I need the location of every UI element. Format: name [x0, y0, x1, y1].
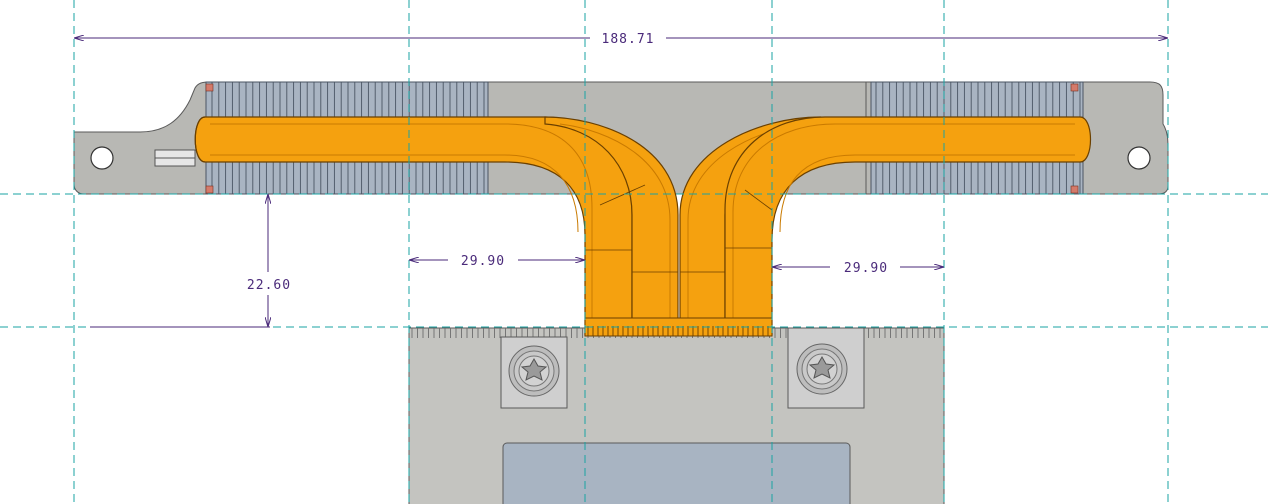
dimension-label-offset-right: 29.90	[844, 261, 888, 276]
heat-pipe-left-outer	[194, 116, 633, 336]
dimension-vertical-gap[interactable]: 22.60	[90, 194, 291, 328]
screw-pad-right	[787, 327, 865, 409]
screw-pad-left	[500, 336, 568, 409]
heat-pipe-right-outer	[724, 116, 1091, 336]
base-block	[408, 327, 945, 504]
dimension-label-vertical-gap: 22.60	[247, 278, 291, 293]
mount-hole-left	[90, 146, 114, 170]
dimension-offset-left[interactable]: 29.90	[409, 254, 585, 269]
die-window	[502, 442, 851, 504]
mount-hole-right	[1127, 146, 1151, 170]
heatsink-drawing[interactable]: 188.71 29.90 29.90 22.60	[0, 0, 1268, 504]
dimension-offset-right[interactable]: 29.90	[772, 261, 944, 276]
cad-drawing-canvas[interactable]: 188.71 29.90 29.90 22.60	[0, 0, 1268, 504]
dimension-overall-width[interactable]: 188.71	[74, 32, 1168, 47]
dimension-label-offset-left: 29.90	[461, 254, 505, 269]
dimension-label-overall-width: 188.71	[602, 32, 655, 47]
